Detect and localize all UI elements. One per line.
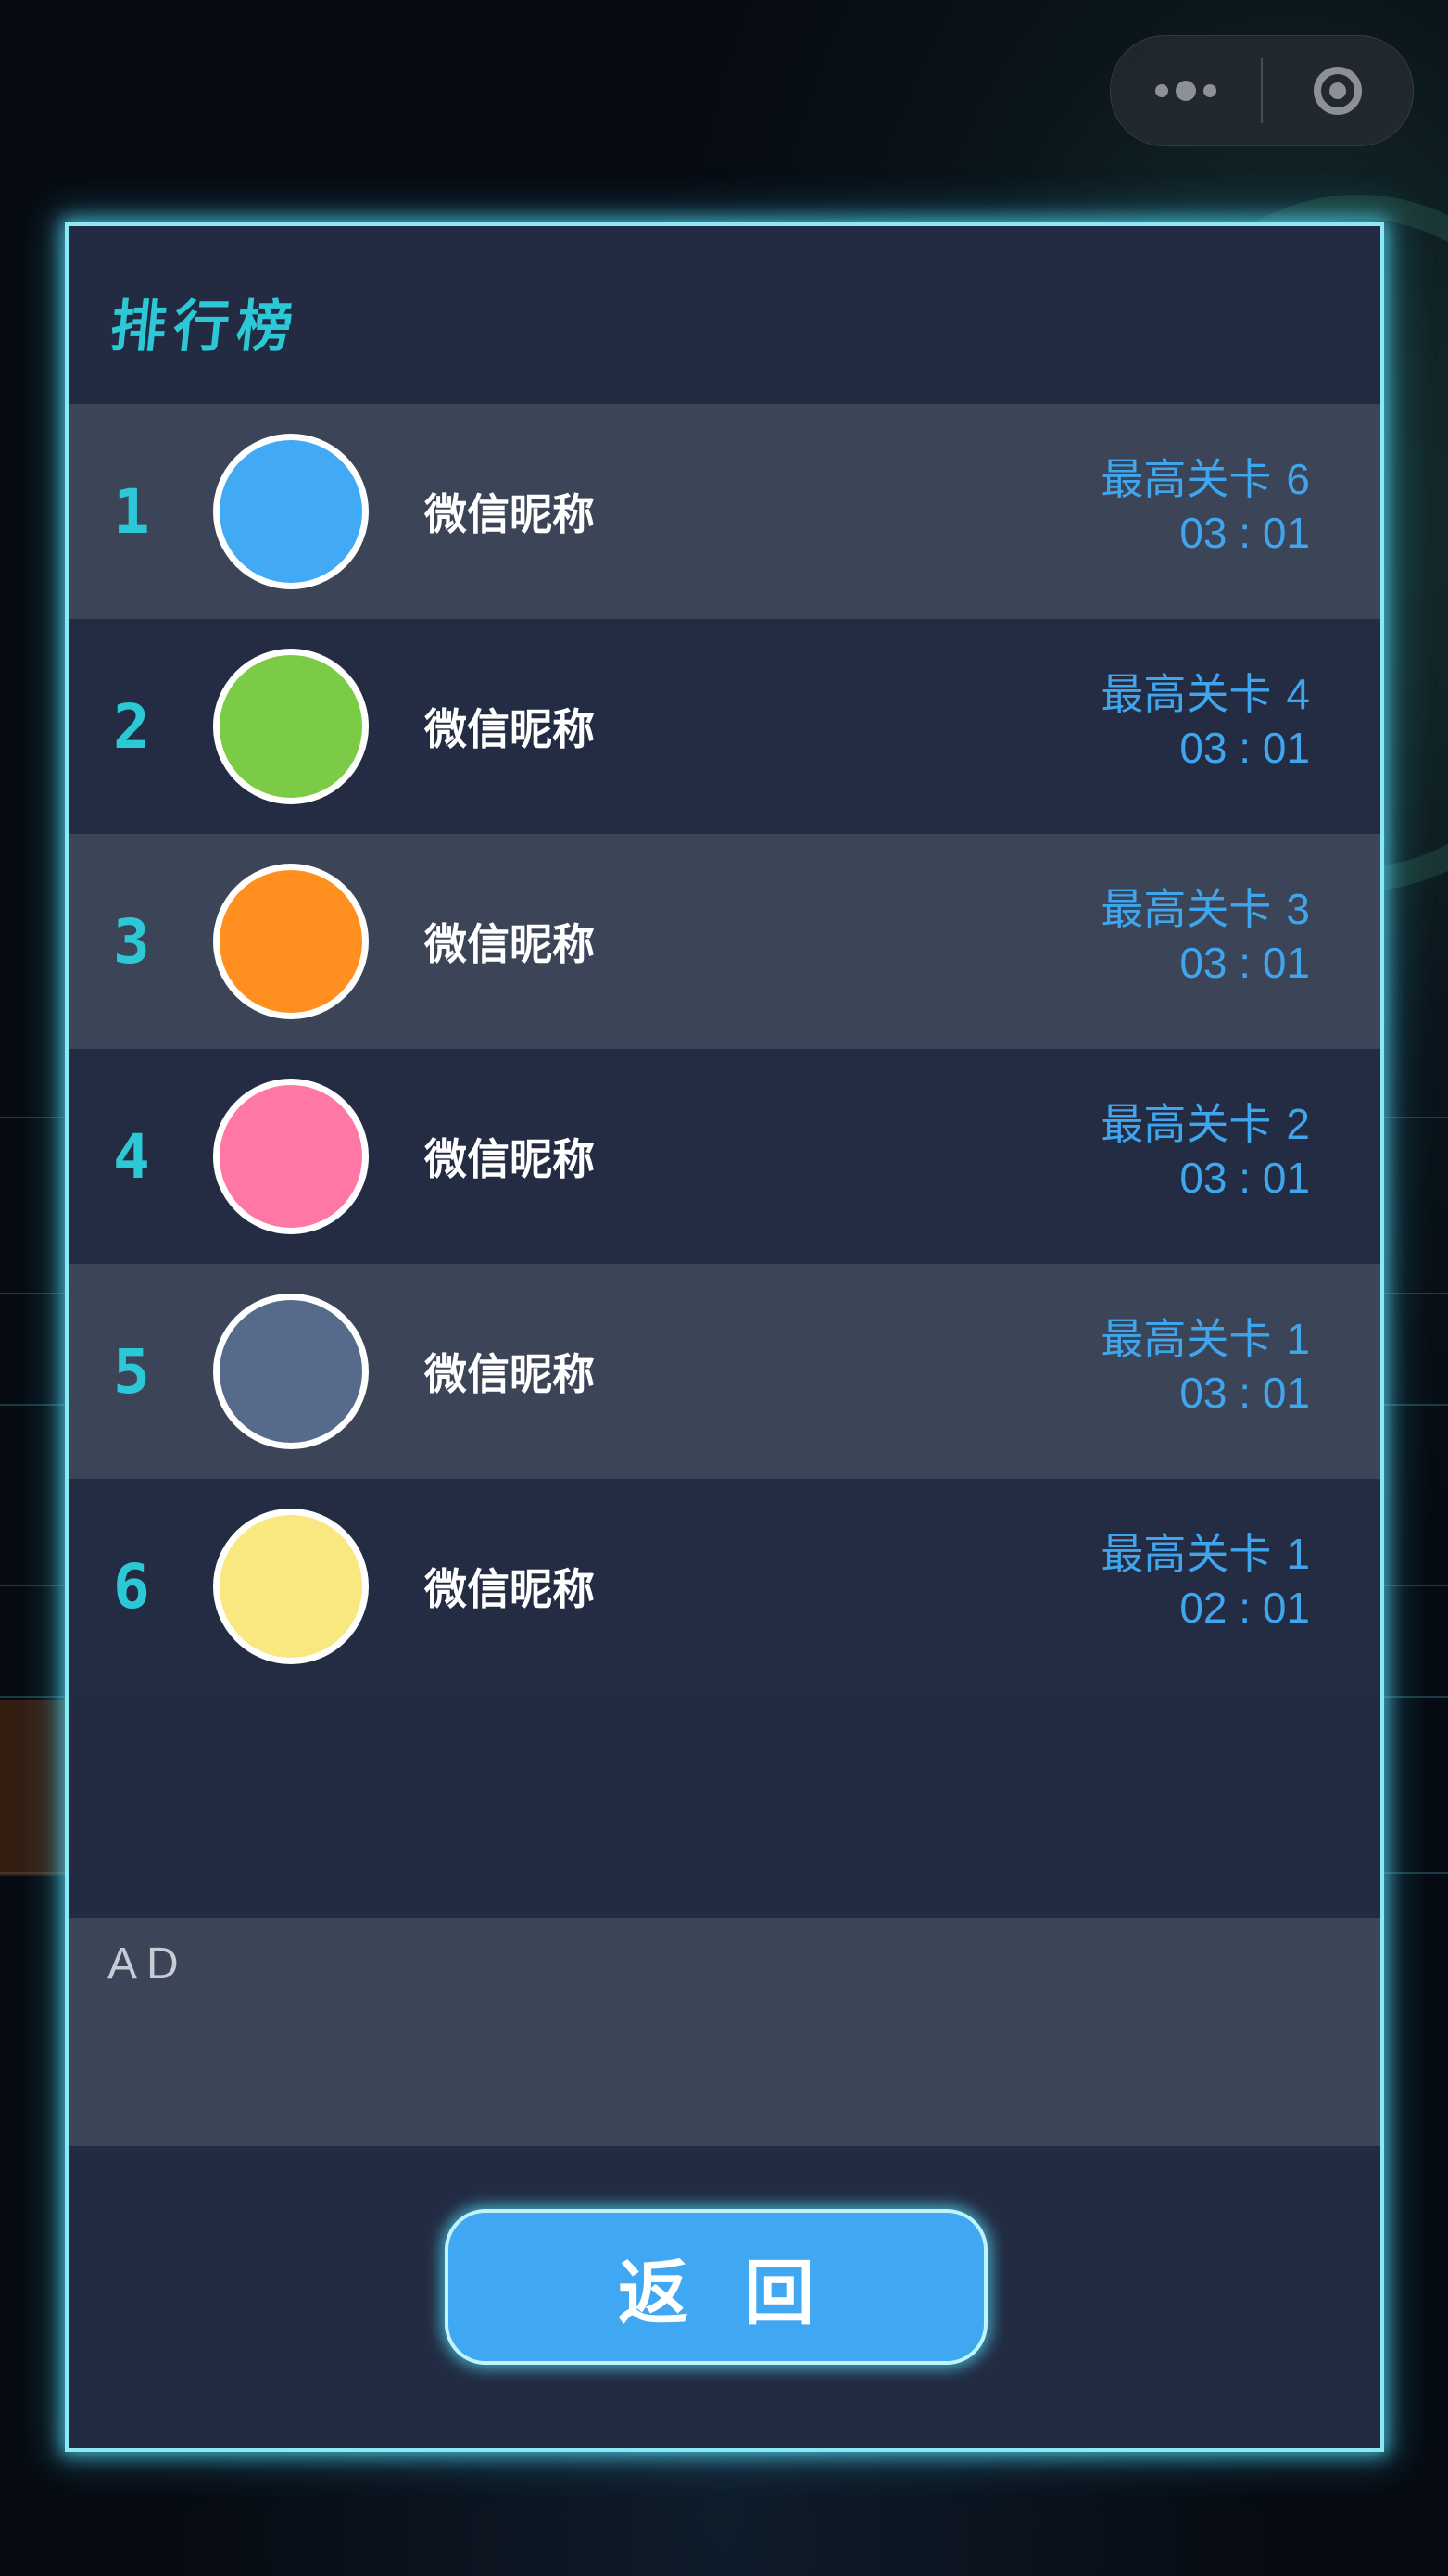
leaderboard-row: 2 微信昵称 最高关卡 4 03 : 01: [69, 619, 1380, 834]
play-time: 03 : 01: [1179, 939, 1310, 987]
rank-number: 4: [113, 1120, 150, 1193]
level-value: 3: [1286, 885, 1310, 933]
ad-banner[interactable]: AD: [69, 1918, 1380, 2146]
level-label: 最高关卡: [1101, 1530, 1272, 1578]
avatar: [213, 434, 369, 589]
player-score: 最高关卡 2 03 : 01: [1101, 1097, 1310, 1205]
player-score: 最高关卡 4 03 : 01: [1101, 667, 1310, 775]
level-label: 最高关卡: [1101, 455, 1272, 503]
avatar: [213, 1294, 369, 1449]
rank-number: 3: [113, 905, 150, 978]
target-close-icon: [1313, 67, 1362, 115]
back-button-label: 返回: [618, 2252, 870, 2334]
ad-label: AD: [107, 1939, 188, 1989]
play-time: 03 : 01: [1179, 724, 1310, 772]
level-value: 1: [1286, 1315, 1310, 1363]
avatar: [213, 1079, 369, 1234]
level-label: 最高关卡: [1101, 1315, 1272, 1363]
avatar: [213, 864, 369, 1019]
rank-number: 1: [113, 475, 150, 548]
player-nickname: 微信昵称: [424, 1349, 595, 1399]
leaderboard-row: 3 微信昵称 最高关卡 3 03 : 01: [69, 834, 1380, 1049]
background-block-decoration: [0, 1700, 74, 1876]
player-nickname: 微信昵称: [424, 704, 595, 754]
level-value: 6: [1286, 455, 1310, 503]
rank-number: 6: [113, 1550, 150, 1623]
back-button[interactable]: 返回: [445, 2209, 988, 2365]
player-score: 最高关卡 6 03 : 01: [1101, 452, 1310, 560]
rank-number: 5: [113, 1335, 150, 1408]
leaderboard-title: 排行榜: [107, 295, 304, 360]
level-label: 最高关卡: [1101, 670, 1272, 718]
leaderboard-row: 1 微信昵称 最高关卡 6 03 : 01: [69, 404, 1380, 619]
game-screen: 排行榜 1 微信昵称 最高关卡 6 03 : 01 2 微信昵称 最高关卡 4 03…: [0, 0, 1448, 2576]
leaderboard-list[interactable]: 1 微信昵称 最高关卡 6 03 : 01 2 微信昵称 最高关卡 4 03 : 0…: [69, 404, 1380, 1694]
level-label: 最高关卡: [1101, 1100, 1272, 1148]
level-label: 最高关卡: [1101, 885, 1272, 933]
level-value: 1: [1286, 1530, 1310, 1578]
leaderboard-panel: 排行榜 1 微信昵称 最高关卡 6 03 : 01 2 微信昵称 最高关卡 4 03…: [65, 222, 1384, 2452]
level-value: 2: [1286, 1100, 1310, 1148]
player-score: 最高关卡 1 03 : 01: [1101, 1312, 1310, 1420]
player-score: 最高关卡 1 02 : 01: [1101, 1527, 1310, 1635]
rank-number: 2: [113, 690, 150, 763]
player-nickname: 微信昵称: [424, 1564, 595, 1614]
player-score: 最高关卡 3 03 : 01: [1101, 882, 1310, 990]
avatar: [213, 1509, 369, 1664]
more-dots-icon: [1155, 81, 1216, 101]
player-nickname: 微信昵称: [424, 1134, 595, 1184]
leaderboard-row: 5 微信昵称 最高关卡 1 03 : 01: [69, 1264, 1380, 1479]
more-button[interactable]: [1111, 36, 1261, 145]
play-time: 02 : 01: [1179, 1584, 1310, 1632]
leaderboard-row: 6 微信昵称 最高关卡 1 02 : 01: [69, 1479, 1380, 1694]
play-time: 03 : 01: [1179, 509, 1310, 557]
play-time: 03 : 01: [1179, 1369, 1310, 1417]
close-miniprogram-button[interactable]: [1263, 36, 1413, 145]
leaderboard-row: 4 微信昵称 最高关卡 2 03 : 01: [69, 1049, 1380, 1264]
play-time: 03 : 01: [1179, 1154, 1310, 1202]
player-nickname: 微信昵称: [424, 489, 595, 539]
avatar: [213, 649, 369, 804]
miniprogram-capsule-menu: [1110, 35, 1414, 146]
player-nickname: 微信昵称: [424, 919, 595, 969]
level-value: 4: [1286, 670, 1310, 718]
